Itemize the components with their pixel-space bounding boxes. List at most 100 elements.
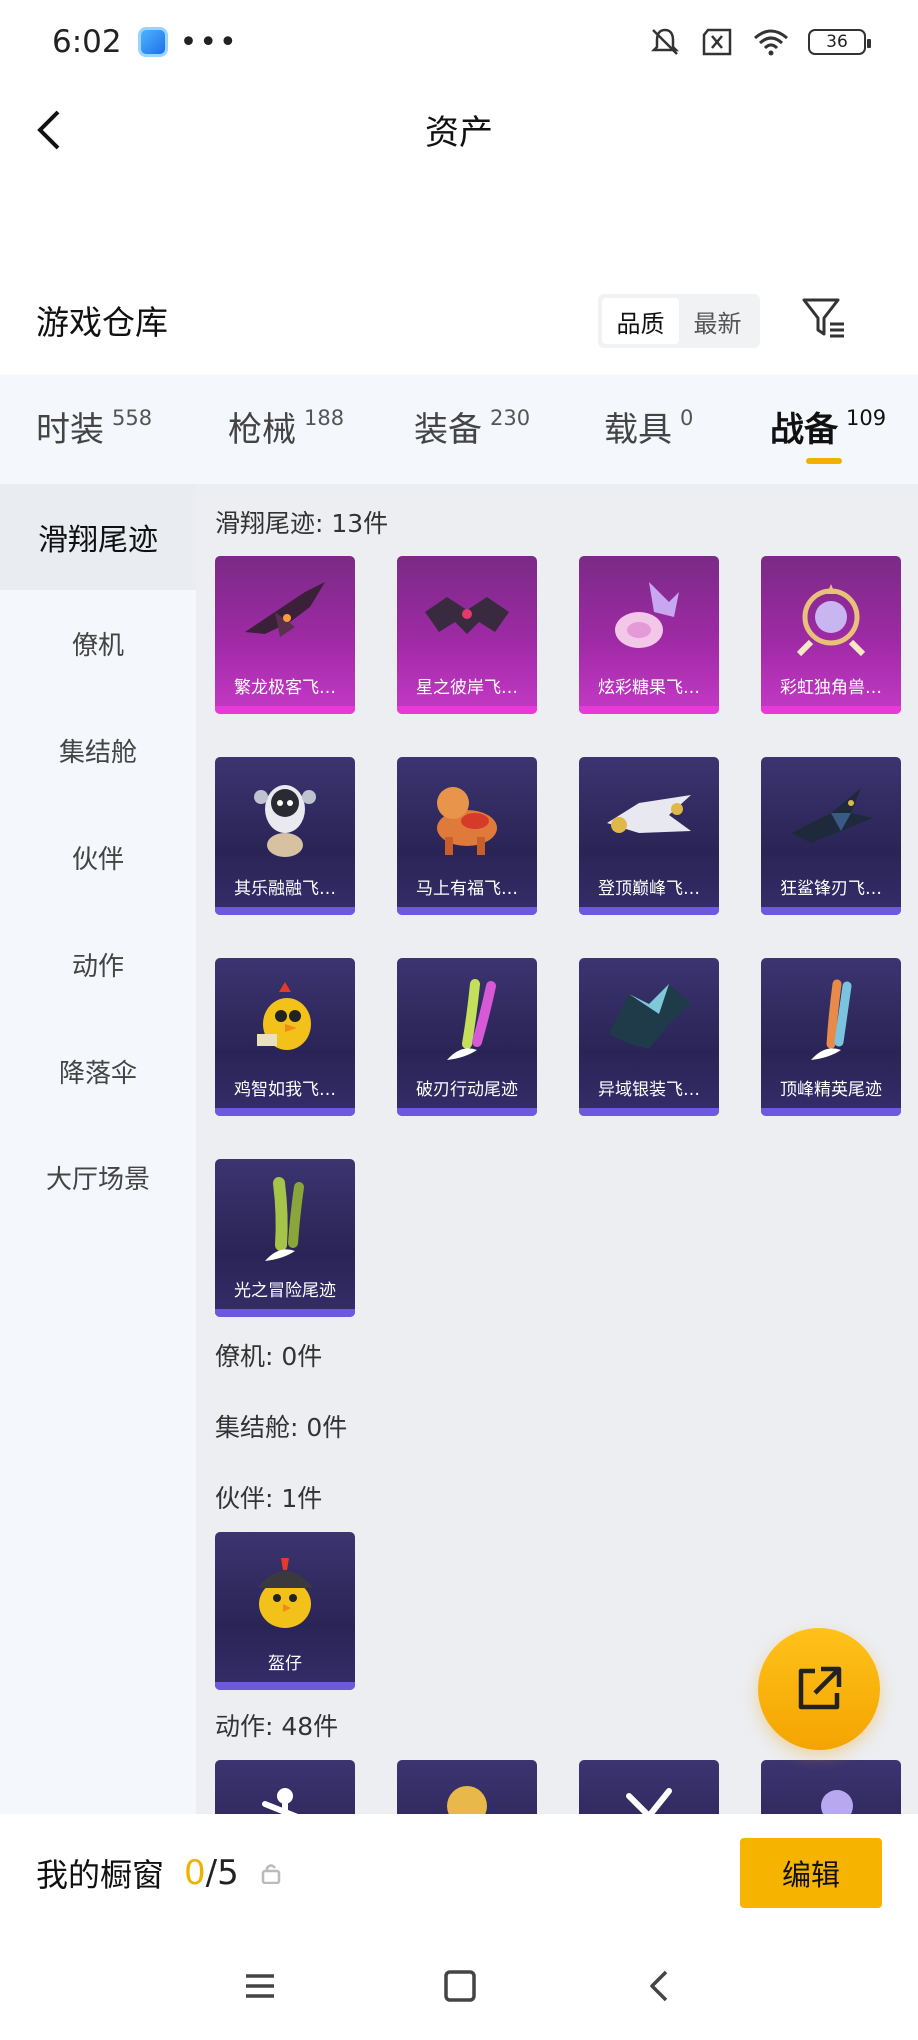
item-name: 盔仔 bbox=[268, 1654, 302, 1674]
sort-quality-button[interactable]: 品质 bbox=[602, 298, 679, 344]
item-name: 其乐融融飞… bbox=[234, 879, 336, 899]
item-card[interactable]: 盔仔 bbox=[215, 1532, 355, 1690]
tab-firearms[interactable]: 枪械 188 bbox=[228, 402, 344, 451]
lock-icon bbox=[261, 1864, 280, 1884]
tab-equipment[interactable]: 装备 230 bbox=[414, 402, 530, 451]
tab-label: 战备 bbox=[770, 410, 838, 450]
rarity-bar bbox=[761, 907, 901, 915]
section-label-glide-trails: 滑翔尾迹: 13件 bbox=[215, 509, 389, 538]
item-card[interactable]: 鸡智如我飞… bbox=[215, 958, 355, 1116]
subnav-item-assembly-pod[interactable]: 集结舱 bbox=[0, 697, 196, 803]
rarity-bar bbox=[397, 907, 537, 915]
jet-glider-icon bbox=[607, 795, 691, 833]
rarity-bar bbox=[215, 1108, 355, 1116]
item-card[interactable] bbox=[761, 1760, 901, 1814]
rarity-bar bbox=[579, 1108, 719, 1116]
item-card[interactable]: 星之彼岸飞… bbox=[397, 556, 537, 714]
sim-off-icon bbox=[702, 28, 732, 56]
tab-label: 时装 bbox=[36, 410, 104, 450]
tab-count: 188 bbox=[304, 406, 345, 430]
share-button[interactable] bbox=[758, 1628, 880, 1750]
showcase-used: 0 bbox=[184, 1853, 206, 1893]
subnav-item-glide-trails[interactable]: 滑翔尾迹 bbox=[0, 484, 196, 590]
wifi-icon bbox=[754, 29, 788, 56]
item-card[interactable] bbox=[215, 1760, 355, 1814]
item-name: 星之彼岸飞… bbox=[416, 678, 518, 698]
battery-level: 36 bbox=[826, 32, 848, 52]
item-card[interactable]: 炫彩糖果飞… bbox=[579, 556, 719, 714]
share-icon bbox=[798, 1666, 842, 1710]
rarity-bar bbox=[397, 1108, 537, 1116]
item-name: 狂鲨锋刃飞… bbox=[780, 879, 882, 899]
item-name: 鸡智如我飞… bbox=[234, 1080, 336, 1100]
silver-glider-icon bbox=[609, 984, 691, 1049]
showcase-bar: 我的橱窗 0/5 编辑 bbox=[0, 1814, 918, 1932]
warehouse-header: 游戏仓库 品质 最新 bbox=[0, 280, 918, 360]
showcase-total: /5 bbox=[205, 1853, 239, 1893]
menu-icon[interactable] bbox=[240, 1966, 280, 2006]
showcase-title: 我的橱窗 bbox=[36, 1856, 165, 1894]
edit-button[interactable]: 编辑 bbox=[740, 1838, 882, 1908]
chicken-glider-icon bbox=[257, 982, 311, 1050]
tab-fashion[interactable]: 时装 558 bbox=[36, 402, 152, 451]
item-name: 光之冒险尾迹 bbox=[234, 1281, 336, 1301]
item-card[interactable] bbox=[579, 1760, 719, 1814]
subnav-item-actions[interactable]: 动作 bbox=[0, 911, 196, 1017]
rarity-bar bbox=[579, 706, 719, 714]
page-header: 资产 bbox=[0, 84, 918, 174]
tab-count: 109 bbox=[846, 406, 887, 430]
dance-emote-icon bbox=[262, 1788, 299, 1814]
cheer-emote-icon bbox=[626, 1788, 672, 1814]
rarity-bar bbox=[215, 1309, 355, 1317]
subnav-item-wingman[interactable]: 僚机 bbox=[0, 590, 196, 696]
smoke-trail-icon bbox=[265, 1177, 304, 1261]
system-nav-bar bbox=[0, 1932, 918, 2040]
item-name: 登顶巅峰飞… bbox=[598, 879, 700, 899]
smoke-trail-icon bbox=[447, 979, 496, 1060]
filter-icon[interactable] bbox=[800, 294, 848, 342]
warehouse-title: 游戏仓库 bbox=[36, 303, 168, 342]
item-card[interactable]: 马上有福飞… bbox=[397, 757, 537, 915]
item-card[interactable]: 狂鲨锋刃飞… bbox=[761, 757, 901, 915]
item-card[interactable]: 登顶巅峰飞… bbox=[579, 757, 719, 915]
bat-glider-icon bbox=[425, 597, 509, 634]
section-label-assembly-pod: 集结舱: 0件 bbox=[215, 1413, 348, 1442]
item-grid-area[interactable]: 滑翔尾迹: 13件 繁龙极客飞… 星之彼岸飞… 炫彩糖果飞… 彩虹独角兽… 其乐… bbox=[196, 484, 918, 1814]
back-icon[interactable] bbox=[640, 1966, 680, 2006]
item-name: 马上有福飞… bbox=[416, 879, 518, 899]
item-card[interactable]: 破刃行动尾迹 bbox=[397, 958, 537, 1116]
status-time: 6:02 bbox=[52, 24, 122, 60]
back-arrow-icon[interactable] bbox=[30, 106, 70, 154]
page-title: 资产 bbox=[425, 112, 493, 153]
helmet-chick-icon bbox=[257, 1558, 313, 1628]
item-name: 破刃行动尾迹 bbox=[416, 1080, 518, 1100]
item-name: 炫彩糖果飞… bbox=[598, 678, 700, 698]
rarity-bar bbox=[579, 907, 719, 915]
item-card[interactable]: 顶峰精英尾迹 bbox=[761, 958, 901, 1116]
mute-icon bbox=[650, 28, 680, 55]
subnav-item-companion[interactable]: 伙伴 bbox=[0, 804, 196, 910]
tab-label: 枪械 bbox=[228, 410, 296, 450]
active-tab-indicator bbox=[806, 458, 842, 464]
sparkle-emote-icon bbox=[821, 1790, 853, 1814]
item-card[interactable]: 其乐融融飞… bbox=[215, 757, 355, 915]
item-card[interactable]: 光之冒险尾迹 bbox=[215, 1159, 355, 1317]
rarity-bar bbox=[397, 706, 537, 714]
sort-toggle: 品质 最新 bbox=[598, 294, 760, 348]
item-card[interactable]: 彩虹独角兽… bbox=[761, 556, 901, 714]
subnav-item-lobby-scene[interactable]: 大厅场景 bbox=[0, 1124, 196, 1230]
tab-battle-prep[interactable]: 战备 109 bbox=[770, 402, 887, 464]
battery-icon: 36 bbox=[808, 29, 871, 55]
tab-vehicles[interactable]: 载具 0 bbox=[604, 402, 693, 451]
rarity-bar bbox=[215, 706, 355, 714]
sort-newest-button[interactable]: 最新 bbox=[679, 298, 756, 344]
home-icon[interactable] bbox=[440, 1966, 480, 2006]
section-label-wingman: 僚机: 0件 bbox=[215, 1342, 323, 1371]
item-card[interactable]: 繁龙极客飞… bbox=[215, 556, 355, 714]
horse-glider-icon bbox=[437, 787, 497, 855]
item-card[interactable]: 异域银装飞… bbox=[579, 958, 719, 1116]
subnav-item-parachute[interactable]: 降落伞 bbox=[0, 1018, 196, 1124]
rarity-bar bbox=[761, 706, 901, 714]
item-card[interactable] bbox=[397, 1760, 537, 1814]
status-bar: 6:02 ••• 36 bbox=[0, 0, 918, 84]
